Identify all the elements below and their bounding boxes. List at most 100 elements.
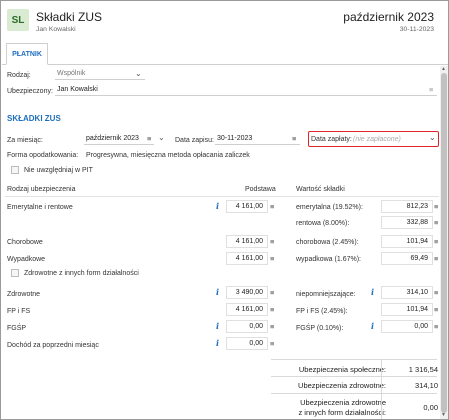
summary-health-value: 314,10 bbox=[415, 381, 438, 390]
rentowa-menu-icon[interactable]: ≡ bbox=[434, 218, 438, 227]
user-name: Jan Kowalski bbox=[36, 26, 76, 33]
scroll-down-icon[interactable]: ▼ bbox=[441, 412, 446, 418]
payment-date-chevron-icon[interactable]: ⌄ bbox=[429, 133, 436, 142]
calendar-icon[interactable]: ≡ bbox=[292, 134, 296, 143]
list-icon[interactable]: ≡ bbox=[429, 85, 433, 94]
month-list-icon[interactable]: ≡ bbox=[147, 134, 151, 143]
emerytalna-rate-label: emerytalna (19.52%): bbox=[296, 204, 363, 211]
rodzaj-select[interactable]: Wspólnik bbox=[55, 67, 145, 80]
taxation-value: Progresywna, miesięczna metoda opłacania… bbox=[86, 152, 250, 159]
record-date-input[interactable]: 30-11-2023 bbox=[215, 132, 300, 145]
info-icon[interactable]: i bbox=[216, 201, 219, 211]
summary-other-label-2: z innych form działalności: bbox=[298, 408, 386, 417]
chorobowe-base-input[interactable]: 4 161,00 bbox=[226, 235, 268, 248]
zdrowotne-other-checkbox[interactable] bbox=[11, 269, 19, 277]
niepomniejszajace-label: niepomniejszające: bbox=[296, 291, 356, 298]
scrollbar-thumb[interactable] bbox=[441, 73, 447, 413]
header-date: 30-11-2023 bbox=[399, 26, 434, 33]
ubezpieczony-value: Jan Kowalski bbox=[57, 85, 98, 93]
rodzaj-value: Wspólnik bbox=[57, 69, 86, 77]
info-icon[interactable]: i bbox=[216, 338, 219, 348]
month-label: Za miesiąc: bbox=[7, 137, 43, 144]
niepomniejszajace-menu-icon[interactable]: ≡ bbox=[434, 288, 438, 297]
emerytalna-value[interactable]: 812,23 bbox=[381, 200, 433, 213]
fgsp-value-menu-icon[interactable]: ≡ bbox=[434, 322, 438, 331]
app-window: SL Składki ZUS Jan Kowalski październik … bbox=[0, 0, 449, 420]
period-title: październik 2023 bbox=[343, 10, 434, 24]
fp-menu-icon[interactable]: ≡ bbox=[270, 305, 274, 314]
tab-platnik[interactable]: PŁATNIK bbox=[6, 43, 48, 65]
info-icon[interactable]: i bbox=[216, 321, 219, 331]
wypadkowe-base-input[interactable]: 4 161,00 bbox=[226, 252, 268, 265]
fp-value[interactable]: 101,94 bbox=[381, 303, 433, 316]
app-logo: SL bbox=[7, 9, 29, 31]
summary-divider bbox=[271, 359, 437, 360]
summary-divider bbox=[271, 376, 437, 377]
rentowa-value[interactable]: 332,88 bbox=[381, 216, 433, 229]
wypadkowa-rate-label: wypadkowa (1.67%): bbox=[296, 256, 361, 263]
row-wypadkowe-label: Wypadkowe bbox=[7, 256, 46, 263]
col-header-type: Rodzaj ubezpieczenia bbox=[7, 186, 76, 193]
chorobowa-menu-icon[interactable]: ≡ bbox=[434, 237, 438, 246]
chorobowa-value[interactable]: 101,94 bbox=[381, 235, 433, 248]
payment-date-placeholder: (nie zapłacone) bbox=[353, 136, 401, 143]
emerytalne-base-input[interactable]: 4 161,00 bbox=[226, 200, 268, 213]
record-date-value: 30-11-2023 bbox=[217, 134, 253, 142]
col-header-base: Podstawa bbox=[245, 186, 276, 193]
record-date-label: Data zapisu: bbox=[175, 137, 214, 144]
scroll-up-icon[interactable]: ▲ bbox=[441, 66, 446, 72]
summary-social-value: 1 316,54 bbox=[408, 365, 438, 374]
zdrowotne-menu-icon[interactable]: ≡ bbox=[270, 288, 274, 297]
summary-column-divider bbox=[381, 359, 382, 419]
dochod-menu-icon[interactable]: ≡ bbox=[270, 339, 274, 348]
summary-health-label: Ubezpieczenia zdrowotne: bbox=[298, 381, 386, 390]
row-zdrowotne-label: Zdrowotne bbox=[7, 291, 41, 298]
emerytalne-menu-icon[interactable]: ≡ bbox=[270, 202, 274, 211]
chevron-down-icon[interactable]: ⌄ bbox=[135, 69, 142, 78]
chorobowe-menu-icon[interactable]: ≡ bbox=[270, 237, 274, 246]
rentowa-rate-label: rentowa (8.00%): bbox=[296, 220, 350, 227]
summary-other-label-1: Ubezpieczenia zdrowotne bbox=[300, 398, 386, 407]
summary-social-label: Ubezpieczenia społeczne: bbox=[298, 365, 386, 374]
info-icon[interactable]: i bbox=[371, 321, 374, 331]
wypadkowa-menu-icon[interactable]: ≡ bbox=[434, 254, 438, 263]
month-chevron-icon[interactable]: ⌄ bbox=[158, 133, 165, 142]
wypadkowa-value[interactable]: 69,49 bbox=[381, 252, 433, 265]
fp-value-menu-icon[interactable]: ≡ bbox=[434, 305, 438, 314]
fgsp-rate-label: FGŚP (0.10%): bbox=[296, 325, 344, 332]
row-emerytalne-label: Emerytalne i rentowe bbox=[7, 204, 73, 211]
ubezpieczony-label: Ubezpieczony: bbox=[7, 88, 53, 95]
summary-other-value: 0,00 bbox=[423, 403, 438, 412]
app-title: Składki ZUS bbox=[36, 10, 103, 24]
pit-checkbox[interactable] bbox=[11, 166, 19, 174]
month-value: październik 2023 bbox=[86, 134, 139, 142]
row-dochod-label: Dochód za poprzedni miesiąc bbox=[7, 342, 99, 349]
fgsp-menu-icon[interactable]: ≡ bbox=[270, 322, 274, 331]
emerytalna-menu-icon[interactable]: ≡ bbox=[434, 202, 438, 211]
row-fgsp-label: FGŚP bbox=[7, 325, 27, 332]
payment-date-label: Data zapłaty: bbox=[311, 136, 352, 143]
section-title: SKŁADKI ZUS bbox=[7, 114, 61, 123]
info-icon[interactable]: i bbox=[371, 287, 374, 297]
month-select[interactable]: październik 2023 bbox=[84, 132, 154, 145]
dochod-base-input[interactable]: 0,00 bbox=[226, 337, 268, 350]
pit-checkbox-label: Nie uwzględniaj w PIT bbox=[24, 167, 93, 174]
summary-divider bbox=[271, 393, 437, 394]
wypadkowe-menu-icon[interactable]: ≡ bbox=[270, 254, 274, 263]
fgsp-base-input[interactable]: 0,00 bbox=[226, 320, 268, 333]
row-fp-label: FP i FS bbox=[7, 308, 31, 315]
fgsp-value[interactable]: 0,00 bbox=[381, 320, 433, 333]
info-icon[interactable]: i bbox=[216, 287, 219, 297]
taxation-label: Forma opodatkowania: bbox=[7, 152, 79, 159]
fp-base-input[interactable]: 4 161,00 bbox=[226, 303, 268, 316]
ubezpieczony-field[interactable]: Jan Kowalski bbox=[55, 83, 437, 96]
row-chorobowe-label: Chorobowe bbox=[7, 239, 43, 246]
niepomniejszajace-value[interactable]: 314,10 bbox=[381, 286, 433, 299]
fp-rate-label: FP i FS (2.45%): bbox=[296, 308, 348, 315]
col-header-value: Wartość składki bbox=[296, 186, 345, 193]
tab-bar: PŁATNIK bbox=[2, 43, 448, 65]
chorobowa-rate-label: chorobowa (2.45%): bbox=[296, 239, 359, 246]
zdrowotne-base-input[interactable]: 3 490,00 bbox=[226, 286, 268, 299]
header-divider bbox=[5, 196, 439, 197]
rodzaj-label: Rodzaj: bbox=[7, 72, 31, 79]
